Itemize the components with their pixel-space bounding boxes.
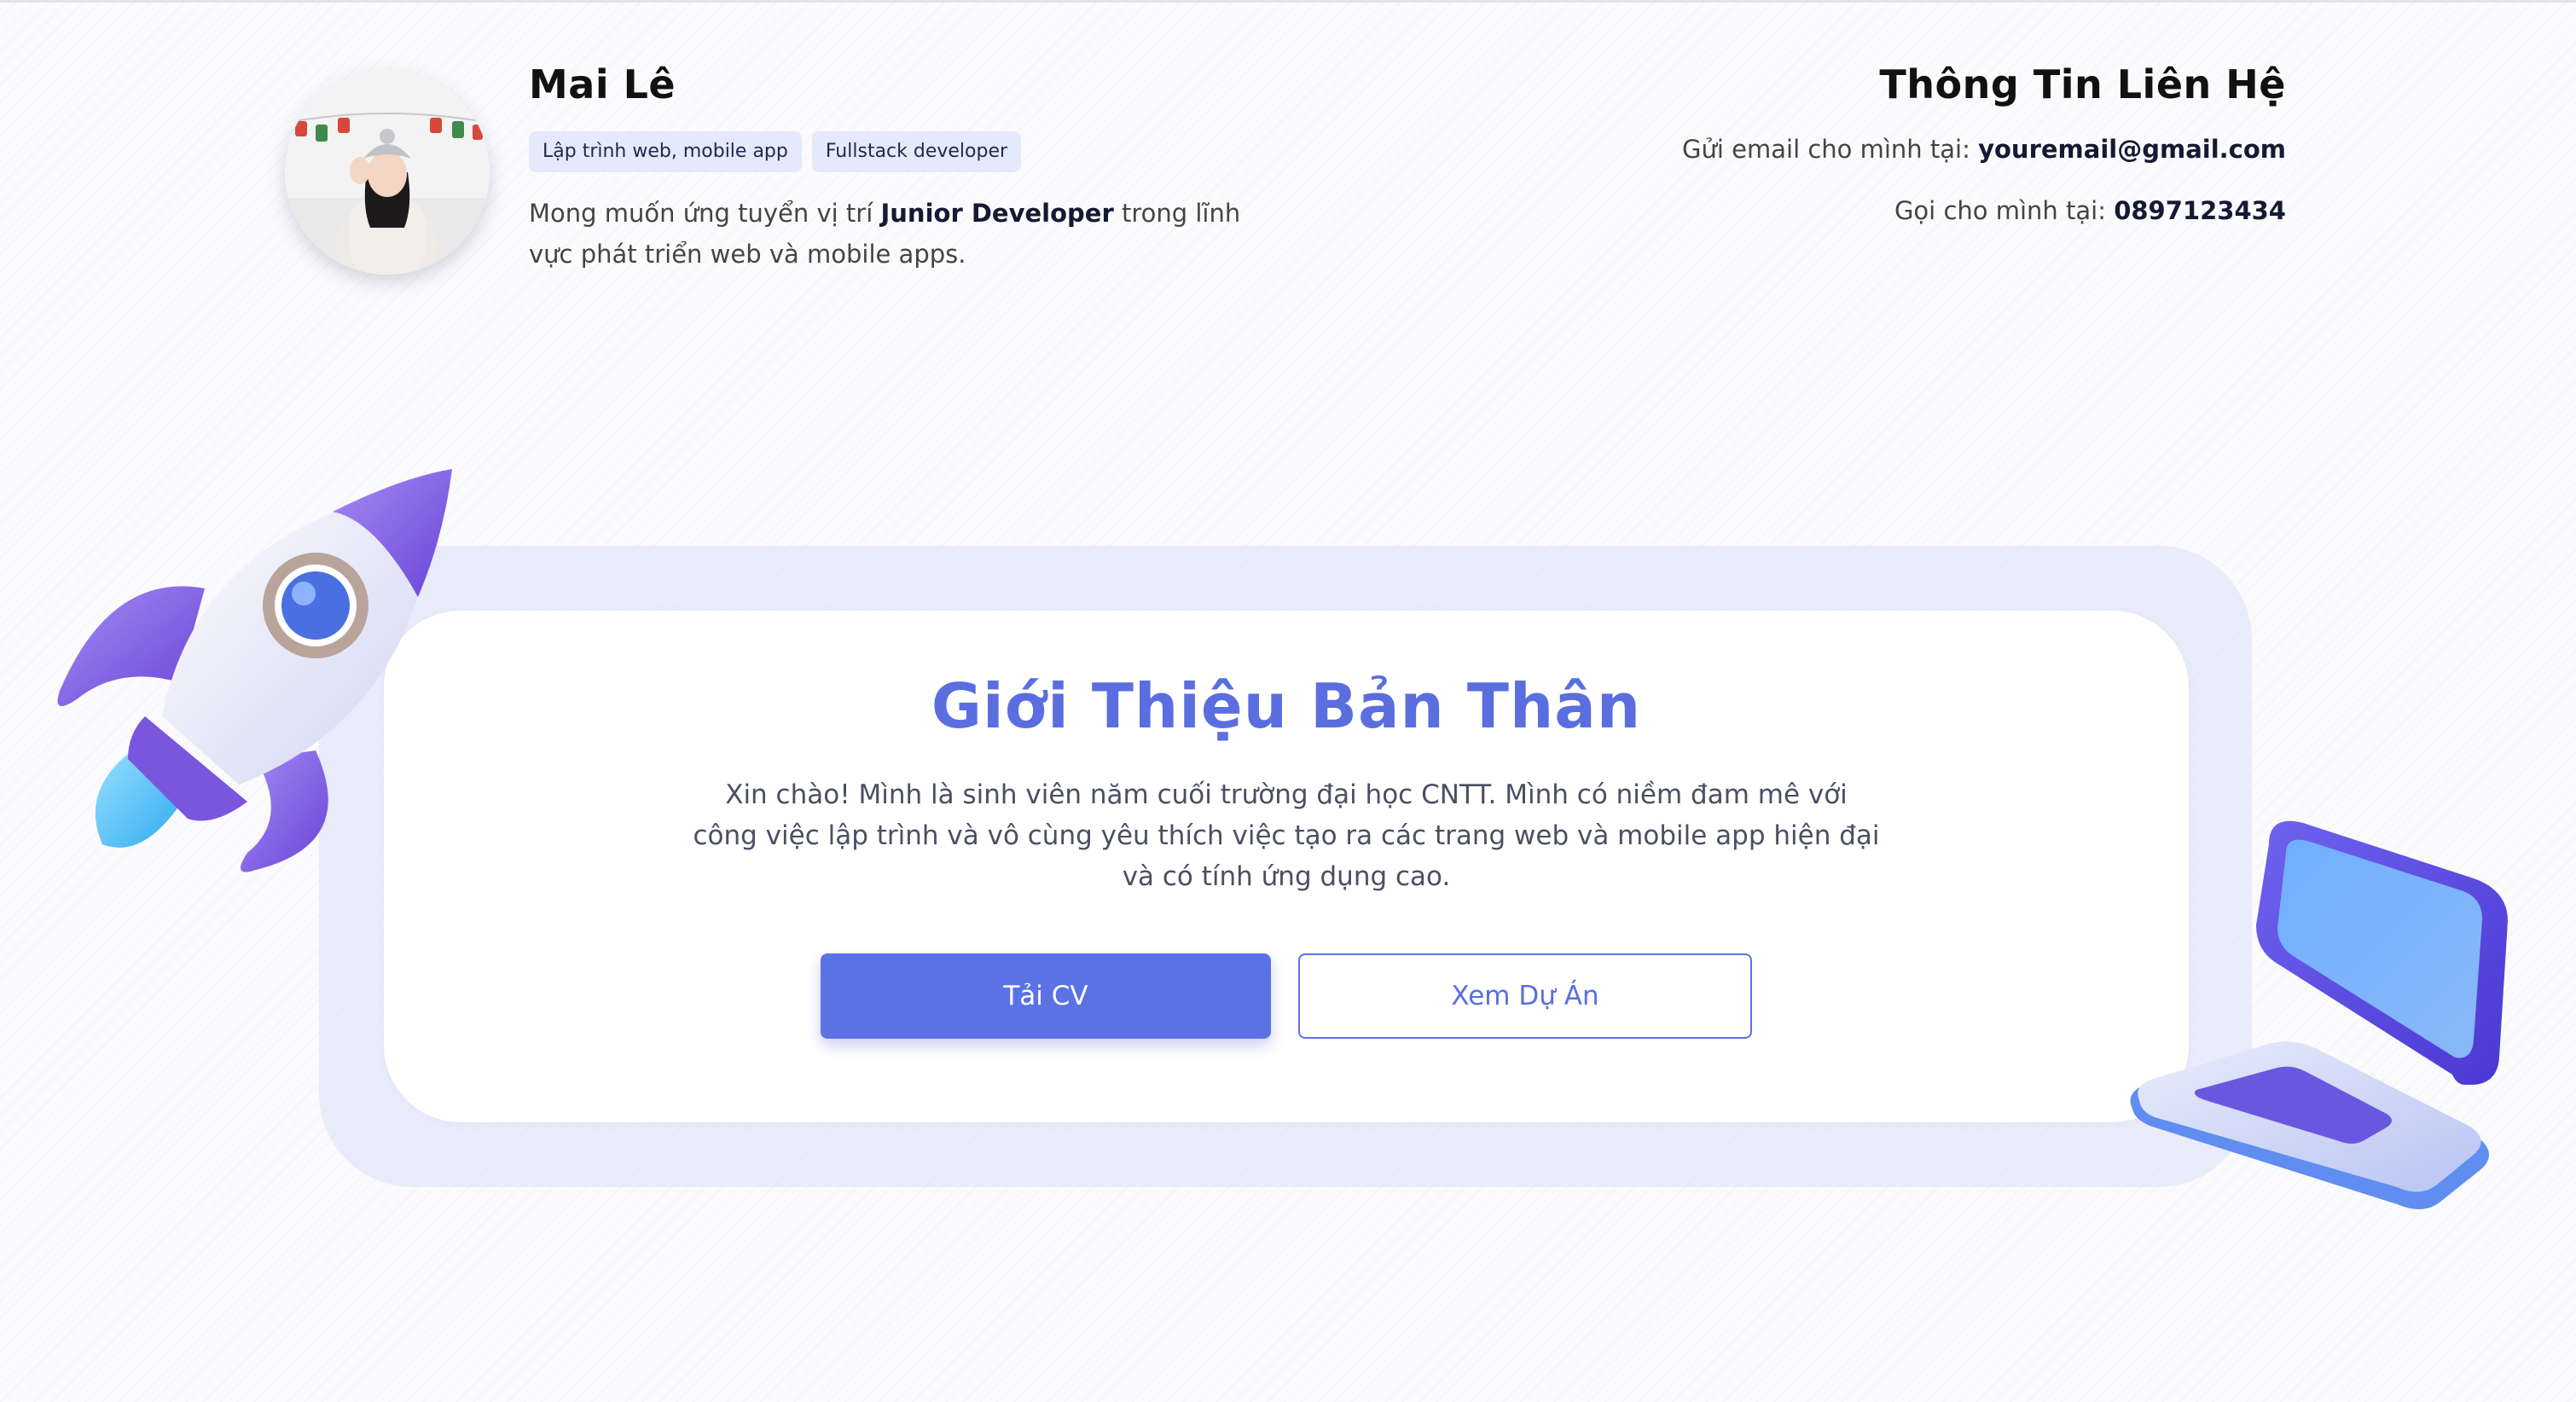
view-projects-button[interactable]: Xem Dự Án — [1298, 953, 1752, 1039]
tag-fullstack: Fullstack developer — [811, 131, 1022, 172]
rocket-icon — [57, 469, 452, 872]
summary-role: Junior Developer — [880, 199, 1114, 228]
profile-summary: Mong muốn ứng tuyển vị trí Junior Develo… — [529, 193, 1262, 275]
contact-phone-line: Gọi cho mình tại: 0897123434 — [1894, 196, 2286, 225]
hero-description: Xin chào! Mình là sinh viên năm cuối trư… — [693, 779, 1880, 892]
email-label: Gửi email cho mình tại: — [1682, 135, 1979, 164]
summary-prefix: Mong muốn ứng tuyển vị trí — [529, 199, 881, 228]
profile-name: Mai Lê — [529, 61, 676, 107]
phone-link[interactable]: 0897123434 — [2114, 196, 2286, 225]
phone-label: Gọi cho mình tại: — [1894, 196, 2115, 225]
top-border — [0, 0, 2576, 3]
tag-web-mobile: Lập trình web, mobile app — [529, 131, 802, 172]
contact-email-line: Gửi email cho mình tại: youremail@gmail.… — [1682, 135, 2286, 164]
laptop-icon — [2130, 820, 2508, 1210]
download-cv-button[interactable]: Tải CV — [821, 953, 1271, 1039]
avatar-photo-icon — [285, 70, 490, 275]
hero-card: Giới Thiệu Bản Thân Xin chào! Mình là si… — [384, 611, 2189, 1122]
hero-title: Giới Thiệu Bản Thân — [931, 670, 1642, 742]
contact-title: Thông Tin Liên Hệ — [1879, 61, 2286, 107]
avatar — [285, 70, 490, 275]
tag-list: Lập trình web, mobile app Fullstack deve… — [529, 131, 1022, 172]
email-link[interactable]: youremail@gmail.com — [1978, 135, 2286, 164]
